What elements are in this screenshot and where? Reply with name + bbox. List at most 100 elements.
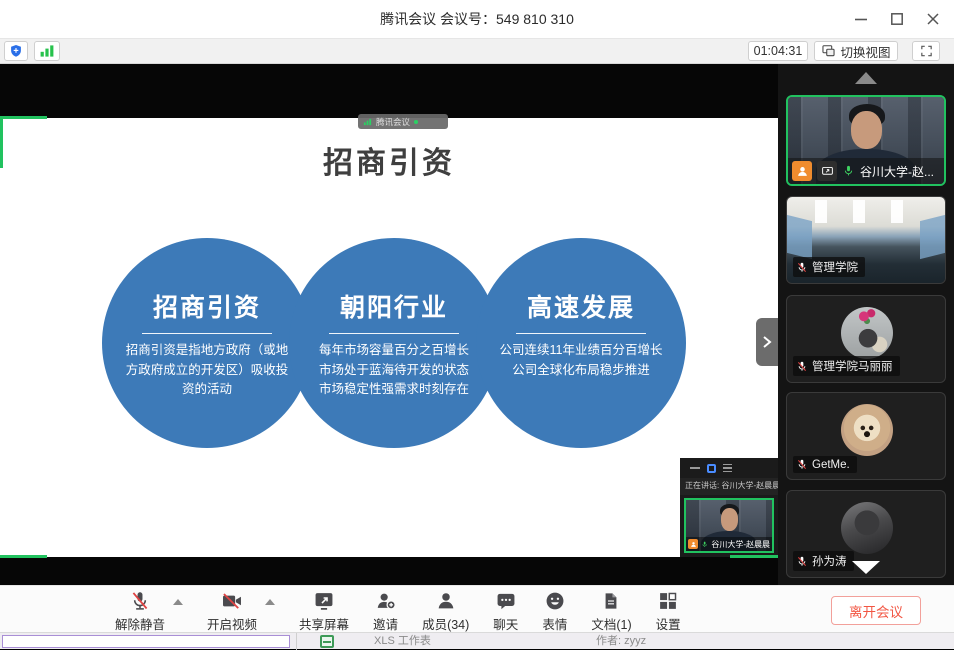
circle-3-line: 公司全球化布局稳步推进 bbox=[476, 361, 686, 381]
mic-options-caret[interactable] bbox=[173, 599, 183, 605]
pip-name-bar: 谷川大学-赵晨晨 bbox=[686, 537, 772, 551]
participant-name: GetMe. bbox=[812, 459, 850, 471]
slide-circle-3: 高速发展 公司连续11年业绩百分百增长 公司全球化布局稳步推进 bbox=[476, 238, 686, 448]
slide-circle-2: 朝阳行业 每年市场容量百分之百增长 市场处于蓝海待开发的状态 市场稳定性强需求时… bbox=[289, 238, 499, 448]
settings-button[interactable]: 设置 bbox=[656, 590, 681, 633]
participant-tile-2[interactable]: 管理学院 bbox=[786, 196, 946, 284]
circle-1-line: 招商引资是指地方政府（或地 bbox=[102, 341, 312, 361]
presentation-slide: 招商引资 招商引资 招商引资是指地方政府（或地 方政府成立的开发区）吸收投 资的… bbox=[0, 118, 778, 557]
invite-button[interactable]: 邀请 bbox=[373, 590, 398, 633]
switch-view-icon bbox=[821, 44, 836, 58]
meeting-toolbar: 01:04:31 切换视图 bbox=[0, 38, 954, 64]
pip-minimize-icon[interactable] bbox=[690, 467, 700, 469]
participant-tile-1[interactable]: 谷川大学-赵... bbox=[786, 95, 946, 186]
capture-border-marker bbox=[0, 116, 47, 119]
document-icon bbox=[601, 590, 621, 612]
share-screen-icon bbox=[313, 590, 335, 612]
collapse-sidebar-button[interactable] bbox=[756, 318, 778, 366]
capture-border-marker bbox=[0, 555, 47, 558]
pip-titlebar bbox=[680, 458, 778, 478]
participant-name-bar: GetMe. bbox=[793, 456, 857, 473]
meeting-timer: 01:04:31 bbox=[748, 41, 808, 61]
circle-2-line: 每年市场容量百分之百增长 bbox=[289, 341, 499, 361]
participant-name-bar: 管理学院马丽丽 bbox=[793, 356, 900, 376]
circle-2-divider bbox=[329, 333, 459, 334]
pip-participant-name: 谷川大学-赵晨晨 bbox=[711, 539, 770, 550]
scroll-down-arrow[interactable] bbox=[852, 561, 880, 574]
switch-view-button[interactable]: 切换视图 bbox=[814, 41, 898, 61]
capture-border-marker bbox=[730, 555, 778, 558]
control-bar: 解除静音 开启视频 共享屏幕 bbox=[0, 585, 954, 632]
emoji-button[interactable]: 表情 bbox=[542, 590, 567, 633]
camera-off-icon bbox=[220, 590, 244, 612]
shield-icon bbox=[9, 43, 23, 59]
fullscreen-icon bbox=[919, 44, 934, 58]
screen-sharing-icon bbox=[817, 161, 837, 181]
circle-1-divider bbox=[142, 333, 272, 334]
circle-3-title: 高速发展 bbox=[476, 288, 686, 324]
camera-options-caret[interactable] bbox=[265, 599, 275, 605]
maximize-icon bbox=[890, 12, 904, 26]
signal-bars-icon bbox=[39, 44, 55, 58]
mic-on-icon bbox=[842, 164, 855, 178]
participant-name-bar: 谷川大学-赵... bbox=[788, 158, 944, 184]
signal-bars-icon bbox=[363, 118, 372, 126]
participant-name: 孙为涛 bbox=[812, 553, 847, 569]
docs-button[interactable]: 文档(1) bbox=[591, 590, 631, 633]
circle-1-line: 方政府成立的开发区）吸收投 bbox=[102, 361, 312, 381]
maximize-button[interactable] bbox=[882, 6, 912, 32]
leave-meeting-button[interactable]: 离开会议 bbox=[831, 596, 921, 625]
file-author-label: 作者: zyyz bbox=[596, 633, 646, 650]
close-button[interactable] bbox=[918, 6, 948, 32]
participant-tile-3[interactable]: 管理学院马丽丽 bbox=[786, 295, 946, 383]
window-title: 腾讯会议 会议号：549 810 310 bbox=[0, 0, 954, 38]
desktop-strip: XLS 工作表 作者: zyyz bbox=[0, 632, 954, 649]
xls-file-icon bbox=[320, 635, 334, 648]
minimize-icon bbox=[854, 12, 868, 26]
pip-menu-icon[interactable] bbox=[723, 464, 732, 473]
mic-muted-icon bbox=[796, 261, 808, 274]
avatar bbox=[841, 502, 893, 554]
close-icon bbox=[926, 12, 940, 26]
shared-screen: 招商引资 招商引资 招商引资是指地方政府（或地 方政府成立的开发区）吸收投 资的… bbox=[0, 64, 778, 585]
security-shield-button[interactable] bbox=[4, 41, 28, 61]
participant-name: 谷川大学-赵... bbox=[860, 163, 934, 180]
pip-video: 谷川大学-赵晨晨 bbox=[684, 498, 774, 553]
participants-sidebar: 谷川大学-赵... 管理学院 bbox=[778, 64, 954, 585]
participant-name: 管理学院马丽丽 bbox=[812, 358, 893, 374]
host-badge-icon bbox=[792, 161, 812, 181]
recording-dot-icon bbox=[414, 120, 418, 124]
fullscreen-button[interactable] bbox=[912, 41, 940, 61]
minimize-button[interactable] bbox=[846, 6, 876, 32]
members-icon bbox=[435, 590, 457, 612]
switch-view-label: 切换视图 bbox=[840, 42, 890, 61]
circle-2-line: 市场稳定性强需求时刻存在 bbox=[289, 380, 499, 400]
control-buttons: 解除静音 开启视频 共享屏幕 bbox=[115, 590, 681, 633]
unmute-button[interactable]: 解除静音 bbox=[115, 590, 165, 633]
start-video-button[interactable]: 开启视频 bbox=[207, 590, 257, 633]
participant-name-bar: 孙为涛 bbox=[793, 551, 854, 571]
slide-circle-1: 招商引资 招商引资是指地方政府（或地 方政府成立的开发区）吸收投 资的活动 bbox=[102, 238, 312, 448]
participant-name-bar: 管理学院 bbox=[793, 257, 865, 277]
network-signal-button[interactable] bbox=[34, 41, 60, 61]
pip-restore-icon[interactable] bbox=[707, 464, 716, 473]
members-button[interactable]: 成员(34) bbox=[422, 590, 469, 633]
pip-speaking-label: 正在讲话: 谷川大学-赵晨晨 bbox=[680, 478, 778, 495]
window-controls bbox=[846, 0, 948, 38]
circle-2-line: 市场处于蓝海待开发的状态 bbox=[289, 361, 499, 381]
participant-tile-4[interactable]: GetMe. bbox=[786, 392, 946, 480]
scroll-up-arrow[interactable] bbox=[855, 72, 877, 84]
circle-3-line: 公司连续11年业绩百分百增长 bbox=[476, 341, 686, 361]
chat-button[interactable]: 聊天 bbox=[493, 590, 518, 633]
mic-on-icon bbox=[701, 540, 708, 549]
pip-window[interactable]: 正在讲话: 谷川大学-赵晨晨 谷 bbox=[680, 458, 778, 557]
share-screen-button[interactable]: 共享屏幕 bbox=[299, 590, 349, 633]
participant-name: 管理学院 bbox=[812, 259, 858, 275]
desktop-selection-box bbox=[2, 635, 290, 648]
chevron-right-icon bbox=[762, 335, 772, 349]
circle-3-divider bbox=[516, 333, 646, 334]
circle-2-title: 朝阳行业 bbox=[289, 288, 499, 324]
invite-person-icon bbox=[374, 590, 398, 612]
meeting-status-badge[interactable]: 腾讯会议 bbox=[358, 114, 448, 129]
mic-muted-icon bbox=[129, 590, 151, 612]
